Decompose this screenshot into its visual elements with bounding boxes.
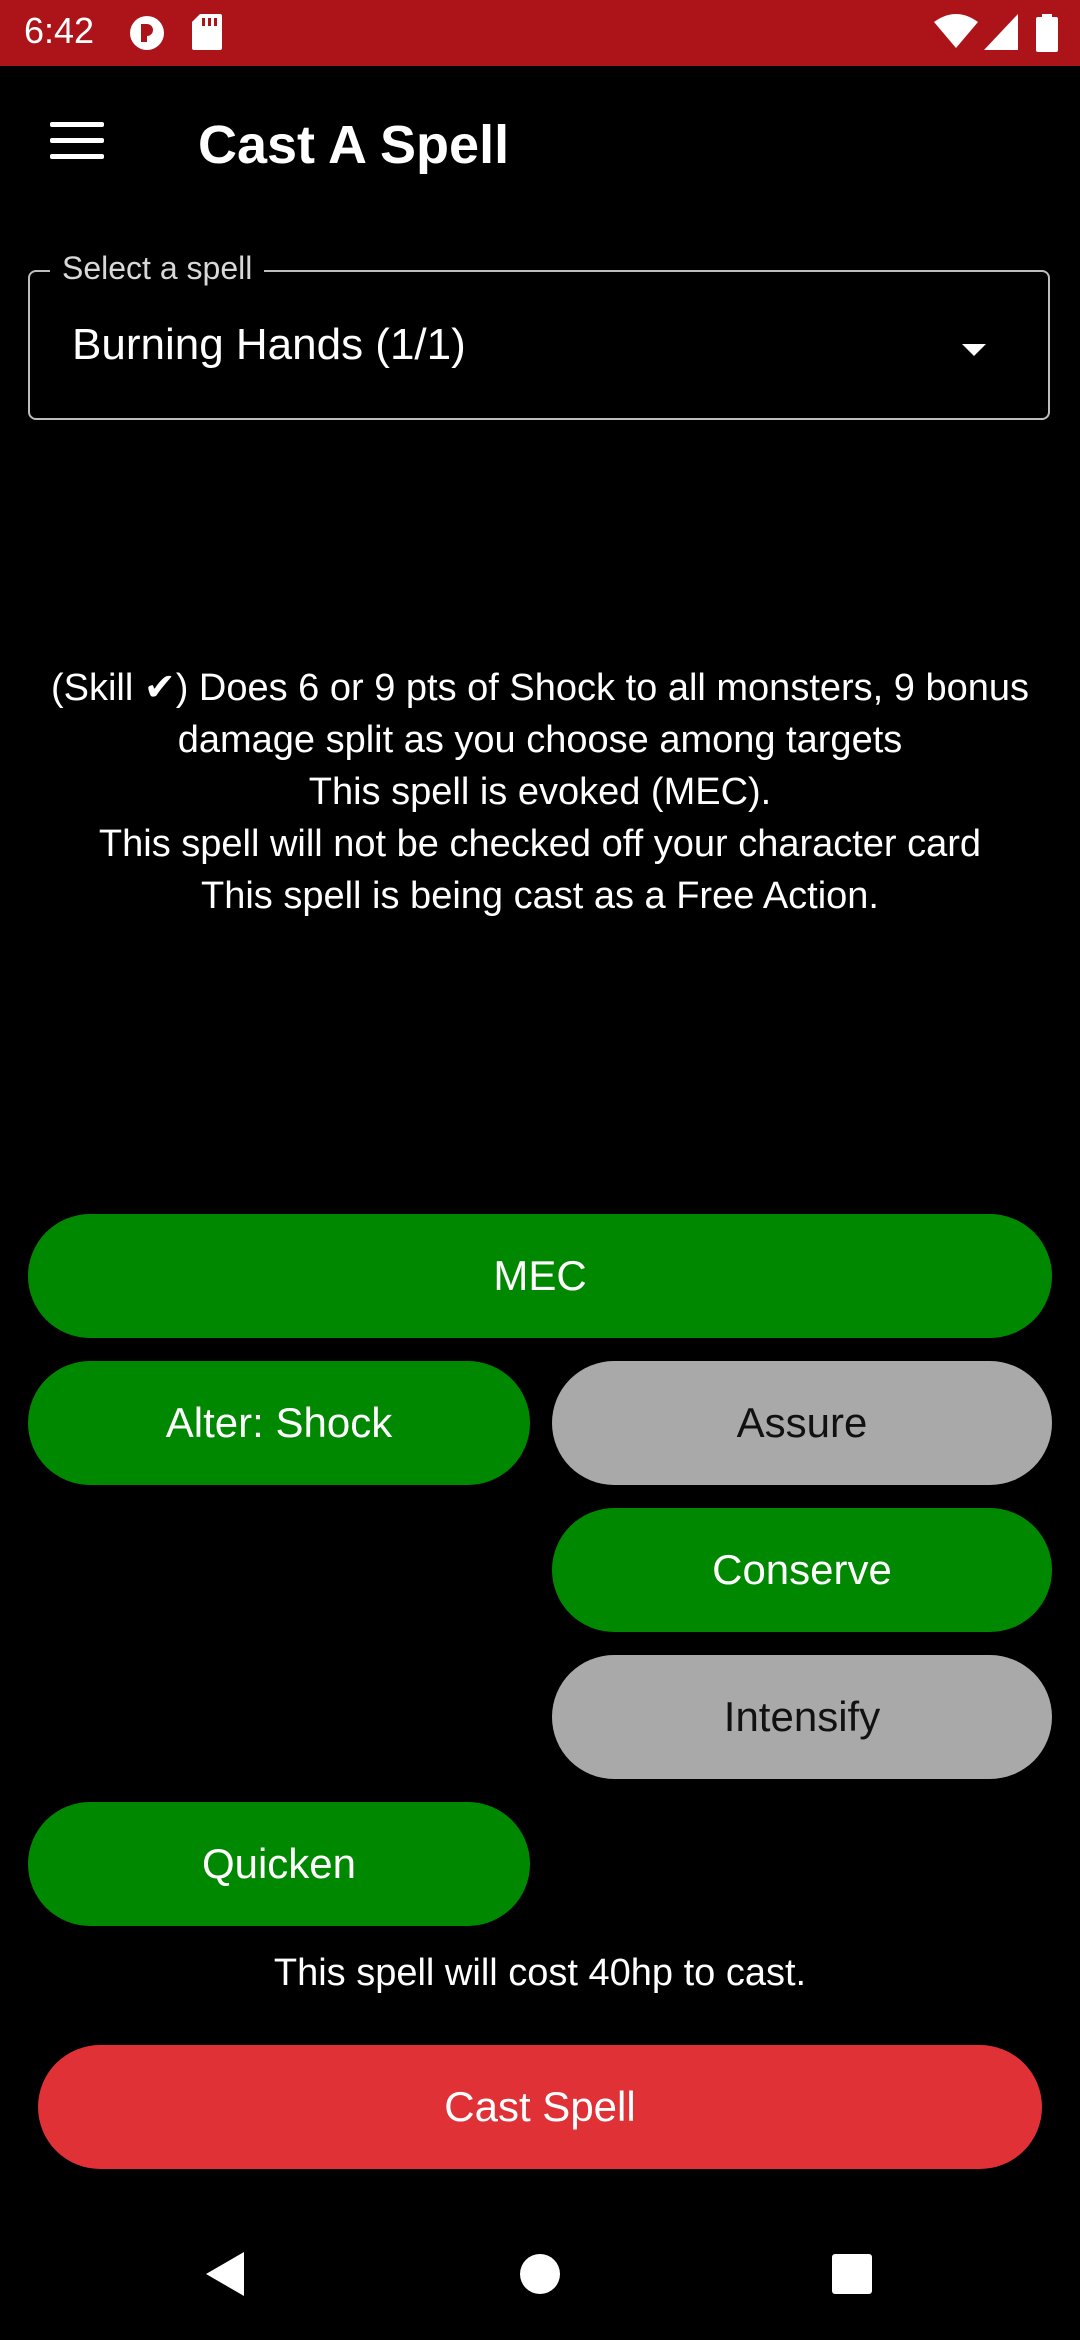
cast-spell-button[interactable]: Cast Spell <box>38 2045 1042 2169</box>
spell-select-dropdown[interactable]: Select a spell Burning Hands (1/1) <box>28 250 1050 420</box>
spell-select-value: Burning Hands (1/1) <box>72 320 466 369</box>
back-icon[interactable] <box>206 2252 244 2296</box>
alter-shock-button[interactable]: Alter: Shock <box>28 1361 530 1485</box>
app-bar: Cast A Spell <box>0 66 1080 226</box>
app-notification-icon <box>130 16 164 50</box>
battery-icon <box>1036 14 1058 52</box>
sd-card-icon <box>192 14 222 50</box>
spell-description: (Skill ✔) Does 6 or 9 pts of Shock to al… <box>20 662 1060 922</box>
hamburger-menu-icon[interactable] <box>50 122 104 160</box>
description-line: This spell will not be checked off your … <box>98 823 982 865</box>
wifi-icon <box>934 14 978 48</box>
intensify-button[interactable]: Intensify <box>552 1655 1052 1779</box>
status-bar: 6:42 <box>0 0 1080 66</box>
description-line: This spell is being cast as a Free Actio… <box>201 875 879 917</box>
quicken-button[interactable]: Quicken <box>28 1802 530 1926</box>
recents-icon[interactable] <box>832 2254 872 2294</box>
signal-icon <box>984 14 1018 50</box>
conserve-button[interactable]: Conserve <box>552 1508 1052 1632</box>
spell-select-label: Select a spell <box>50 250 265 287</box>
spell-cost-text: This spell will cost 40hp to cast. <box>273 1952 807 1994</box>
dropdown-arrow-icon <box>962 344 986 356</box>
description-line: This spell is evoked (MEC). <box>308 771 772 813</box>
page-title: Cast A Spell <box>198 115 510 175</box>
description-line: (Skill ✔) Does 6 or 9 pts of Shock to al… <box>50 667 1030 761</box>
status-time: 6:42 <box>24 10 95 51</box>
system-nav-bar <box>0 2200 1080 2340</box>
mec-button[interactable]: MEC <box>28 1214 1052 1338</box>
home-icon[interactable] <box>520 2254 560 2294</box>
assure-button[interactable]: Assure <box>552 1361 1052 1485</box>
